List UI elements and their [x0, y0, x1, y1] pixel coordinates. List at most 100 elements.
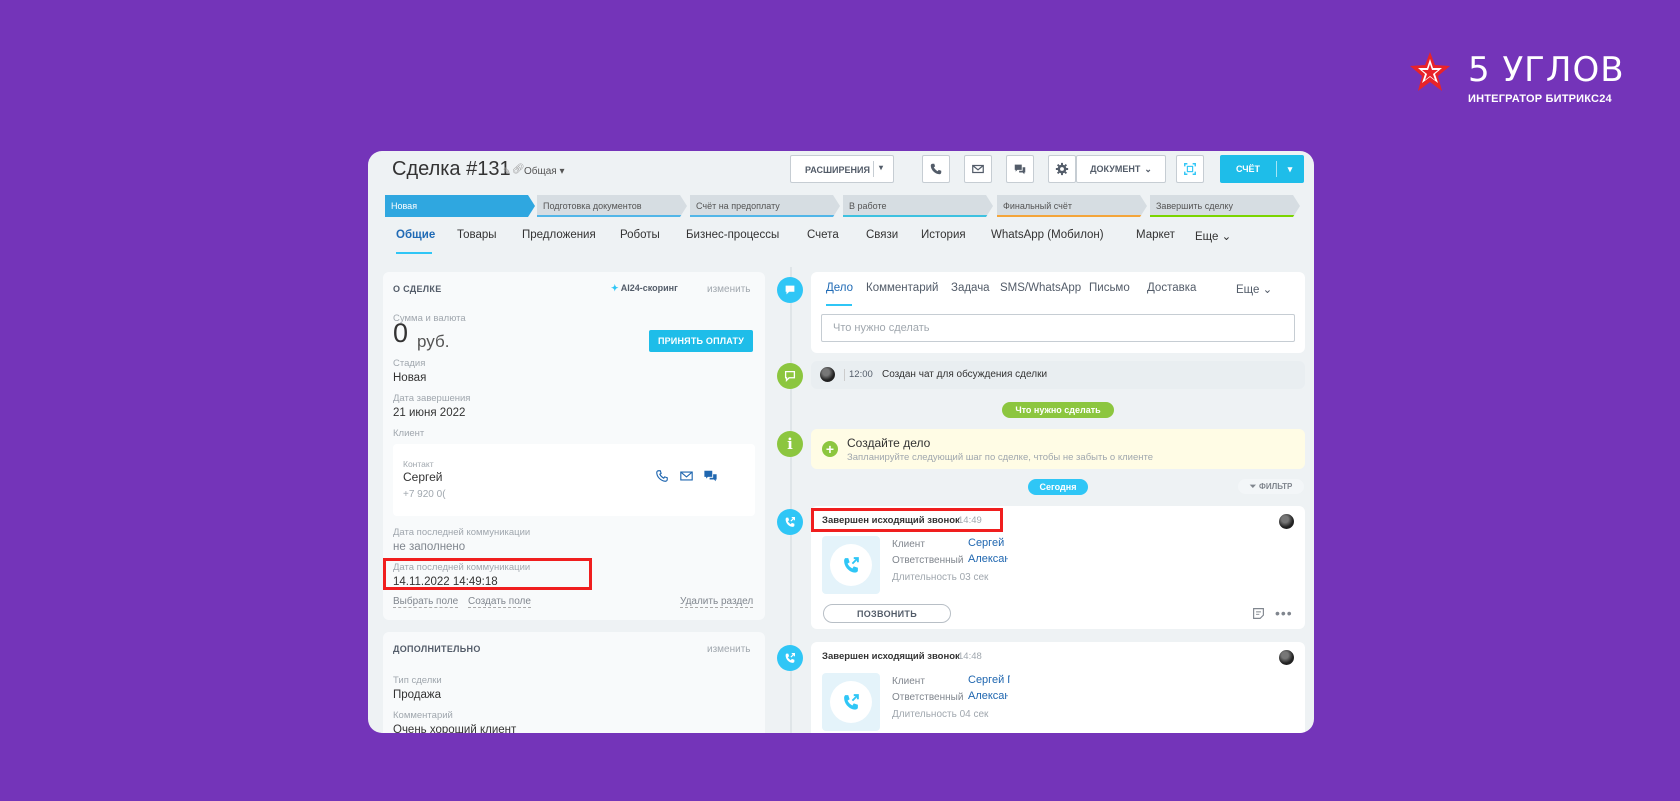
filter-button[interactable]: ⏷ ФИЛЬТР [1238, 479, 1304, 494]
call-event: Завершен исходящий звонок 14:49 Клиент С… [811, 506, 1305, 629]
select-field-link[interactable]: Выбрать поле [393, 596, 459, 608]
tab-8[interactable]: История [921, 229, 966, 241]
phone-button[interactable] [922, 155, 950, 183]
document-button[interactable]: ДОКУМЕНТ ⌄ [1076, 155, 1166, 183]
contact-label: Контакт [403, 459, 434, 469]
highlight-frame [383, 558, 592, 590]
contact-name[interactable]: Сергей [403, 470, 443, 484]
close-date-label: Дата завершения [393, 393, 471, 404]
outgoing-call-icon [785, 653, 795, 663]
edit-link[interactable]: изменить [707, 644, 751, 655]
settings-button[interactable] [1048, 155, 1076, 183]
email-button[interactable] [964, 155, 992, 183]
comment-icon [784, 370, 796, 382]
contact-phone[interactable]: +7 920 0( [403, 489, 446, 500]
phone-icon [930, 163, 942, 175]
contact-card[interactable]: Контакт Сергей +7 920 0( [393, 444, 755, 516]
activity-editor: Дело Комментарий Задача SMS/WhatsApp Письмо Д… [811, 272, 1305, 353]
envelope-icon[interactable] [679, 469, 694, 483]
stage-5[interactable]: Финальный счёт [997, 195, 1147, 217]
tab-5[interactable]: Бизнес-процессы [686, 229, 779, 241]
gear-icon [1055, 162, 1069, 176]
todo-pill: Что нужно сделать [1002, 402, 1114, 418]
chat-button[interactable] [1006, 155, 1034, 183]
accept-payment-button[interactable]: ПРИНЯТЬ ОПЛАТУ [649, 330, 753, 352]
client-link[interactable]: Сергей Г [968, 674, 1010, 686]
tab-10[interactable]: Маркет [1136, 229, 1175, 241]
stage-4[interactable]: В работе [843, 195, 993, 217]
create-field-link[interactable]: Создать поле [468, 596, 531, 608]
activity-tab-3[interactable]: Задача [951, 282, 990, 294]
responsible-link[interactable]: Алексан [968, 553, 1008, 565]
call-image [822, 673, 880, 731]
last-comm-value: не заполнено [393, 541, 466, 553]
create-task-title[interactable]: Создайте дело [847, 436, 930, 450]
brand-subtitle: ИНТЕГРАТОР БИТРИКС24 [1468, 93, 1612, 105]
note-icon[interactable] [1252, 607, 1265, 620]
outgoing-call-icon [844, 557, 859, 573]
stage-3[interactable]: Счёт на предоплату [690, 195, 840, 217]
delete-section-link[interactable]: Удалить раздел [680, 596, 754, 608]
create-task-panel[interactable]: + Создайте дело Запланируйте следующий ш… [811, 429, 1305, 469]
call-title: Завершен исходящий звонок [822, 651, 960, 662]
tab-2[interactable]: Товары [457, 229, 497, 241]
chat-event-icon [777, 363, 803, 389]
activity-tab-4[interactable]: SMS/WhatsApp [1000, 282, 1081, 294]
scan-button[interactable] [1176, 155, 1204, 183]
deal-type-value: Продажа [393, 689, 441, 701]
plus-icon[interactable]: + [822, 441, 838, 457]
brand-title: 5 УГЛОВ [1468, 50, 1625, 90]
avatar [1279, 650, 1294, 665]
invoice-button[interactable]: СЧЁТ ▾ [1220, 155, 1304, 183]
responsible-link[interactable]: Алексан [968, 690, 1008, 702]
stage-6[interactable]: Завершить сделку [1150, 195, 1300, 217]
chat-created-event: 12:00 Создан чат для обсуждения сделки [811, 361, 1305, 389]
chevron-down-icon: ⌄ [1218, 231, 1232, 243]
client-link[interactable]: Сергей [968, 537, 1008, 549]
chevron-down-icon[interactable]: ▾ [1276, 155, 1304, 183]
extensions-button[interactable]: РАСШИРЕНИЯ ▾ [790, 155, 894, 183]
activity-tab-6[interactable]: Доставка [1147, 282, 1196, 294]
page-title: Сделка #131 [392, 158, 511, 180]
activity-tab-1[interactable]: Дело [826, 282, 853, 294]
edit-link[interactable]: изменить [707, 284, 751, 295]
tab-6[interactable]: Счета [807, 229, 839, 241]
activity-input[interactable]: Что нужно сделать [821, 314, 1295, 342]
stage-2[interactable]: Подготовка документов [537, 195, 687, 217]
crm-window: Сделка #131 ✎ 🔗︎ Общая ▾ РАСШИРЕНИЯ ▾ ДО… [368, 151, 1314, 733]
deal-header: Сделка #131 ✎ 🔗︎ Общая ▾ РАСШИРЕНИЯ ▾ ДО… [368, 151, 1314, 191]
comment-value: Очень хороший клиент [393, 724, 517, 733]
call-back-button[interactable]: ПОЗВОНИТЬ [823, 604, 951, 623]
pencil-icon[interactable]: ✎ [503, 166, 511, 177]
call-duration: Длительность 03 сек [892, 572, 989, 583]
tab-4[interactable]: Роботы [620, 229, 660, 241]
stage-1[interactable]: Новая [385, 195, 535, 217]
call-image [822, 536, 880, 594]
more-options-icon[interactable]: ••• [1275, 605, 1293, 621]
call-event-icon [777, 645, 803, 671]
ai-scoring-button[interactable]: ✦ AI24-скоринг [611, 283, 678, 294]
activity-more-tab[interactable]: Еще ⌄ [1236, 282, 1272, 296]
link-icon[interactable]: 🔗︎ [512, 164, 525, 175]
activity-icon [777, 277, 803, 303]
about-deal-card: О СДЕЛКЕ ✦ AI24-скоринг изменить Сумма и… [383, 272, 765, 620]
category-select[interactable]: Общая ▾ [524, 166, 565, 177]
active-tab-underline [826, 304, 852, 306]
deal-type-label: Тип сделки [393, 675, 442, 686]
outgoing-call-icon [844, 694, 859, 710]
activity-tab-5[interactable]: Письмо [1089, 282, 1130, 294]
phone-icon[interactable] [655, 469, 669, 483]
tab-11[interactable]: Еще ⌄ [1195, 229, 1231, 243]
tab-9[interactable]: WhatsApp (Мобилон) [991, 229, 1104, 241]
responsible-label: Ответственный [892, 555, 964, 566]
tab-1[interactable]: Общие [396, 229, 435, 241]
chat-bubbles-icon[interactable] [703, 469, 718, 483]
client-label: Клиент [393, 428, 425, 439]
chevron-down-icon[interactable]: ▾ [879, 163, 883, 172]
last-comm-label: Дата последней коммуникации [393, 527, 531, 538]
tab-3[interactable]: Предложения [522, 229, 596, 241]
today-pill: Сегодня [1028, 479, 1088, 495]
activity-tab-2[interactable]: Комментарий [866, 282, 938, 294]
avatar [820, 367, 835, 382]
tab-7[interactable]: Связи [866, 229, 898, 241]
